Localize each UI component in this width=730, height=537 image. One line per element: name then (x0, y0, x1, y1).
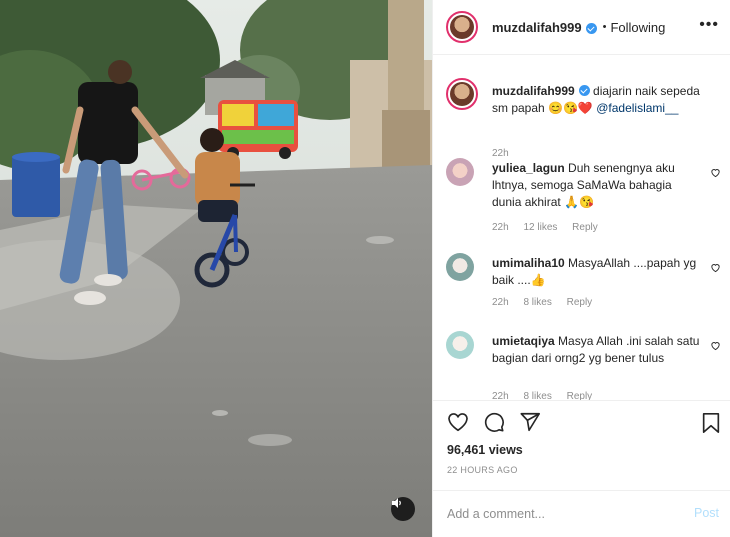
commenter-avatar[interactable] (446, 158, 474, 186)
add-comment-bar: Post (433, 490, 730, 537)
share-paper-plane-icon[interactable] (519, 411, 541, 433)
view-count[interactable]: 96,461 views (447, 443, 523, 457)
author-avatar[interactable] (446, 11, 478, 43)
post-comment-button[interactable]: Post (694, 506, 719, 520)
commenter-avatar[interactable] (446, 331, 474, 359)
commenter-avatar[interactable] (446, 253, 474, 281)
post-video[interactable] (0, 0, 432, 537)
comment-time[interactable]: 22h (492, 391, 509, 400)
comment-text: umietaqiya Masya Allah .ini salah satu b… (492, 333, 702, 367)
reply-button[interactable]: Reply (572, 222, 598, 233)
comment-like-heart-icon[interactable] (710, 262, 721, 273)
caption-username[interactable]: muzdalifah999 (492, 84, 575, 98)
commenter-username[interactable]: yuliea_lagun (492, 161, 565, 175)
comment-meta: 22h 8 likes Reply (492, 297, 604, 308)
comment-text: umimaliha10 MasyaAllah ....papah yg baik… (492, 255, 702, 289)
reply-button[interactable]: Reply (567, 391, 593, 400)
more-options-button[interactable]: ••• (699, 17, 719, 33)
caption-mention-link[interactable]: @fadelislami__ (596, 101, 678, 115)
verified-badge-icon (585, 22, 597, 34)
like-heart-icon[interactable] (447, 411, 469, 433)
separator-dot: • (602, 21, 607, 33)
comment-time[interactable]: 22h (492, 222, 509, 233)
following-button[interactable]: Following (610, 20, 665, 35)
verified-badge-icon (578, 85, 590, 96)
comment-like-heart-icon[interactable] (710, 340, 721, 351)
post-side-panel: muzdalifah999 • Following ••• muzdalifah… (432, 0, 730, 537)
reply-button[interactable]: Reply (567, 297, 593, 308)
comment-like-heart-icon[interactable] (710, 167, 721, 178)
caption-text: muzdalifah999 diajarin naik sepeda sm pa… (492, 83, 702, 117)
caption-author-avatar[interactable] (446, 78, 478, 110)
comment-meta: 22h 12 likes Reply (492, 222, 610, 233)
bookmark-icon (702, 413, 720, 433)
add-comment-input[interactable] (447, 504, 677, 524)
comments-list[interactable]: muzdalifah999 diajarin naik sepeda sm pa… (433, 56, 730, 400)
comment-meta: 22h 8 likes Reply (492, 391, 604, 400)
save-bookmark-button[interactable] (701, 412, 721, 434)
comment-text: yuliea_lagun Duh senengnya aku lhtnya, s… (492, 160, 702, 211)
author-username[interactable]: muzdalifah999 (492, 20, 582, 35)
comment-likes[interactable]: 8 likes (523, 297, 551, 308)
speaker-icon (392, 498, 401, 508)
action-icons-row (447, 411, 541, 433)
comment-likes[interactable]: 8 likes (523, 391, 551, 400)
video-frame (0, 0, 432, 537)
post-actions: 96,461 views 22 HOURS AGO (433, 400, 730, 490)
commenter-username[interactable]: umimaliha10 (492, 256, 565, 270)
caption-meta: 22h (492, 148, 521, 159)
instagram-post-view: muzdalifah999 • Following ••• muzdalifah… (0, 0, 730, 537)
commenter-username[interactable]: umietaqiya (492, 334, 555, 348)
audio-toggle-button[interactable] (391, 497, 415, 521)
post-header: muzdalifah999 • Following ••• (433, 0, 730, 55)
caption-time[interactable]: 22h (492, 148, 509, 159)
comment-bubble-icon[interactable] (483, 411, 505, 433)
comment-likes[interactable]: 12 likes (523, 222, 557, 233)
comment-time[interactable]: 22h (492, 297, 509, 308)
post-timestamp[interactable]: 22 HOURS AGO (447, 465, 518, 475)
